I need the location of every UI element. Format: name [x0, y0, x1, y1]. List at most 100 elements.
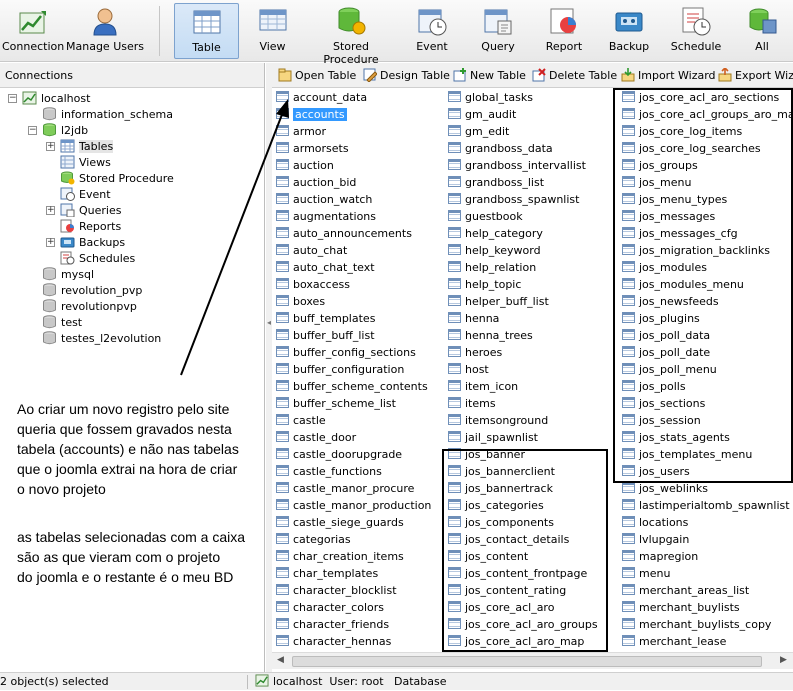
table-item[interactable]: jos_categories: [448, 498, 544, 514]
table-item[interactable]: jos_content_frontpage: [448, 566, 587, 582]
table-item[interactable]: jos_stats_agents: [622, 430, 730, 446]
tree-item-reports[interactable]: Reports: [60, 219, 121, 235]
manage-users-button[interactable]: Manage Users: [66, 3, 144, 59]
tree-item-stored-procedure[interactable]: Stored Procedure: [60, 171, 174, 187]
table-item[interactable]: buffer_configuration: [276, 362, 404, 378]
table-item[interactable]: auto_announcements: [276, 226, 412, 242]
tree-item-revolutionpvp[interactable]: revolutionpvp: [42, 299, 137, 315]
table-item[interactable]: jos_messages: [622, 209, 715, 225]
tree-item-revolution-pvp[interactable]: revolution_pvp: [42, 283, 142, 299]
table-item[interactable]: account_data: [276, 90, 367, 106]
table-item[interactable]: henna: [448, 311, 499, 327]
table-item[interactable]: auto_chat_text: [276, 260, 375, 276]
table-item[interactable]: jos_core_acl_aro_map: [448, 634, 584, 650]
table-item[interactable]: character_blocklist: [276, 583, 397, 599]
table-item[interactable]: lvlupgain: [622, 532, 689, 548]
table-item[interactable]: categorias: [276, 532, 351, 548]
table-item[interactable]: jos_session: [622, 413, 701, 429]
expand-backups-icon[interactable]: +: [46, 238, 55, 247]
table-item[interactable]: character_friends: [276, 617, 389, 633]
expand-queries-icon[interactable]: +: [46, 206, 55, 215]
table-item[interactable]: menu: [622, 566, 670, 582]
table-item[interactable]: accounts: [276, 107, 347, 123]
table-item[interactable]: auction_bid: [276, 175, 356, 191]
table-item[interactable]: jos_components: [448, 515, 554, 531]
table-item[interactable]: character_hennas: [276, 634, 391, 650]
new-table-button[interactable]: New Table: [453, 67, 526, 85]
table-item[interactable]: jos_messages_cfg: [622, 226, 738, 242]
table-item[interactable]: help_category: [448, 226, 543, 242]
tree-item-schedules[interactable]: Schedules: [60, 251, 135, 267]
table-item[interactable]: merchant_areas_list: [622, 583, 749, 599]
table-item[interactable]: jos_core_acl_groups_aro_map: [622, 107, 793, 123]
table-item[interactable]: castle_door: [276, 430, 356, 446]
table-item[interactable]: mapregion: [622, 549, 698, 565]
table-item[interactable]: char_templates: [276, 566, 378, 582]
tree-item-mysql[interactable]: mysql: [42, 267, 94, 283]
collapse-localhost-icon[interactable]: −: [8, 94, 17, 103]
table-item[interactable]: jos_weblinks: [622, 481, 708, 497]
delete-table-button[interactable]: Delete Table: [532, 67, 617, 85]
table-item[interactable]: jos_poll_date: [622, 345, 710, 361]
tree-item-l2jdb[interactable]: l2jdb: [42, 123, 88, 139]
table-item[interactable]: jos_bannertrack: [448, 481, 553, 497]
table-item[interactable]: jos_core_log_items: [622, 124, 742, 140]
tree-item-queries[interactable]: Queries: [60, 203, 121, 219]
import-wizard-button[interactable]: Import Wizard: [621, 67, 716, 85]
table-item[interactable]: jos_templates_menu: [622, 447, 752, 463]
table-item[interactable]: jos_core_log_searches: [622, 141, 761, 157]
schedule-button[interactable]: Schedule: [668, 3, 724, 59]
table-item[interactable]: buffer_scheme_list: [276, 396, 396, 412]
table-item[interactable]: jos_modules_menu: [622, 277, 744, 293]
table-item[interactable]: help_relation: [448, 260, 536, 276]
table-item[interactable]: help_topic: [448, 277, 521, 293]
table-item[interactable]: grandboss_data: [448, 141, 553, 157]
table-item[interactable]: castle_functions: [276, 464, 382, 480]
tree-item-views[interactable]: Views: [60, 155, 111, 171]
tree-item-testes-l2evolution[interactable]: testes_l2evolution: [42, 331, 161, 347]
table-item[interactable]: auto_chat: [276, 243, 347, 259]
table-item[interactable]: buff_templates: [276, 311, 375, 327]
table-item[interactable]: item_icon: [448, 379, 518, 395]
table-item[interactable]: armorsets: [276, 141, 349, 157]
event-button[interactable]: Event: [408, 3, 456, 59]
table-item[interactable]: armor: [276, 124, 326, 140]
table-item[interactable]: jail_spawnlist: [448, 430, 538, 446]
tree-item-localhost[interactable]: localhost: [22, 91, 90, 107]
table-item[interactable]: host: [448, 362, 489, 378]
view-button[interactable]: View: [245, 3, 300, 59]
table-item[interactable]: global_tasks: [448, 90, 533, 106]
table-item[interactable]: merchant_lease: [622, 634, 726, 650]
connection-button[interactable]: Connection: [2, 3, 64, 59]
table-item[interactable]: jos_poll_menu: [622, 362, 717, 378]
table-item[interactable]: jos_poll_data: [622, 328, 710, 344]
table-item[interactable]: jos_core_acl_aro_groups: [448, 617, 598, 633]
table-item[interactable]: augmentations: [276, 209, 376, 225]
table-item[interactable]: boxaccess: [276, 277, 350, 293]
scroll-thumb[interactable]: [292, 656, 762, 667]
tree-item-test[interactable]: test: [42, 315, 82, 331]
table-item[interactable]: jos_content_rating: [448, 583, 566, 599]
tree-item-tables[interactable]: Tables: [60, 139, 114, 155]
table-item[interactable]: castle_manor_procure: [276, 481, 414, 497]
table-item[interactable]: char_creation_items: [276, 549, 404, 565]
table-item[interactable]: buffer_buff_list: [276, 328, 375, 344]
all-button[interactable]: All: [740, 3, 784, 59]
open-table-button[interactable]: Open Table: [278, 67, 356, 85]
table-item[interactable]: heroes: [448, 345, 502, 361]
table-item[interactable]: buffer_config_sections: [276, 345, 416, 361]
table-item[interactable]: henna_trees: [448, 328, 533, 344]
table-item[interactable]: character_colors: [276, 600, 384, 616]
table-item[interactable]: gm_audit: [448, 107, 516, 123]
table-item[interactable]: jos_modules: [622, 260, 707, 276]
export-wizard-button[interactable]: Export Wiza: [718, 67, 793, 85]
table-item[interactable]: jos_migration_backlinks: [622, 243, 770, 259]
table-item[interactable]: items: [448, 396, 496, 412]
expand-tables-icon[interactable]: +: [46, 142, 55, 151]
scroll-right-icon[interactable]: ▶: [780, 655, 787, 665]
table-item[interactable]: castle_doorupgrade: [276, 447, 402, 463]
table-item[interactable]: boxes: [276, 294, 325, 310]
table-item[interactable]: help_keyword: [448, 243, 541, 259]
table-item[interactable]: merchant_buylists: [622, 600, 740, 616]
table-item[interactable]: merchant_buylists_copy: [622, 617, 771, 633]
